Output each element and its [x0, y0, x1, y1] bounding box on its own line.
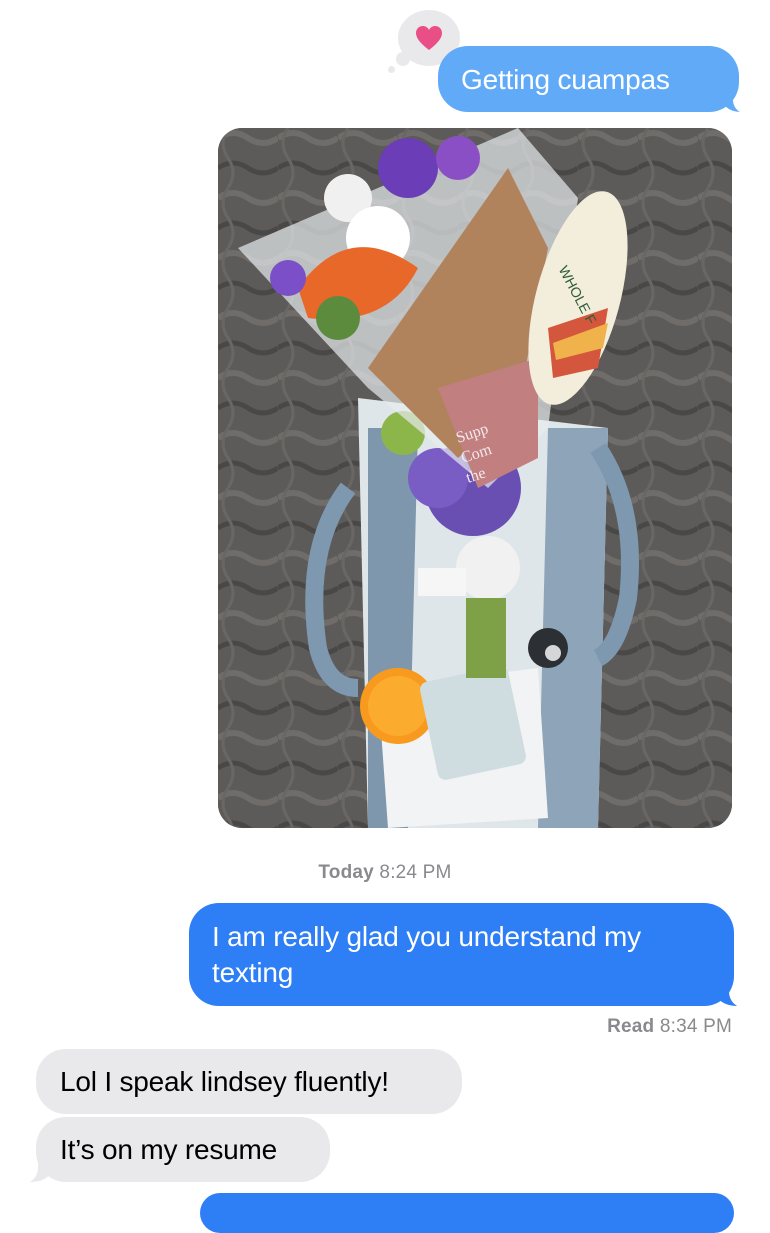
timestamp-time: 8:24 PM — [379, 862, 452, 883]
message-text: Lol I speak lindsey fluently! — [60, 1066, 389, 1097]
message-text: I am really glad you understand my texti… — [212, 921, 641, 988]
conversation-timestamp: Today 8:24 PM — [0, 862, 770, 884]
message-text: Getting cuampas — [461, 64, 670, 95]
message-bubble-received[interactable]: Lol I speak lindsey fluently! — [36, 1049, 462, 1114]
message-bubble-sent-partial[interactable] — [200, 1193, 734, 1233]
photo-image: WHOLE F Supp Com the — [218, 128, 732, 828]
heart-icon — [416, 26, 442, 50]
message-bubble-sent[interactable]: I am really glad you understand my texti… — [189, 903, 734, 1006]
message-text: It’s on my resume — [60, 1134, 278, 1165]
read-label: Read — [607, 1016, 655, 1037]
message-bubble-received[interactable]: It’s on my resume — [36, 1117, 330, 1182]
read-receipt: Read 8:34 PM — [607, 1016, 732, 1038]
timestamp-day: Today — [318, 862, 374, 883]
message-bubble-sent[interactable]: Getting cuampas — [438, 46, 739, 112]
tapback-tail-dot — [388, 66, 395, 73]
read-time: 8:34 PM — [659, 1016, 732, 1037]
photo-attachment[interactable]: WHOLE F Supp Com the — [218, 128, 732, 828]
